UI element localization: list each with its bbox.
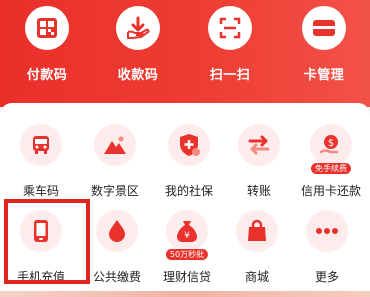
transfer-item[interactable]: 转账 <box>222 124 296 199</box>
public-payment-item[interactable]: 公共缴费 <box>80 210 154 285</box>
scan-button[interactable]: 扫一扫 <box>193 6 267 83</box>
more-dots-icon <box>306 210 348 252</box>
social-security-item[interactable]: 我的社保 <box>152 124 226 199</box>
scan-label: 扫一扫 <box>209 68 251 83</box>
shopping-bag-icon <box>236 210 278 252</box>
wealth-loan-item[interactable]: ¥ 50万秒批 理财信贷 <box>150 210 224 285</box>
fee-free-badge: 免手续费 <box>311 163 351 174</box>
credit-repay-label: 信用卡还款 <box>300 184 361 198</box>
svg-text:¥: ¥ <box>184 231 190 241</box>
bus-icon <box>20 124 62 166</box>
svg-text:$: $ <box>328 138 334 149</box>
mall-label: 商城 <box>244 270 269 284</box>
phone-recharge-highlight-box <box>4 199 90 284</box>
digital-scenic-item[interactable]: 数字景区 <box>78 124 152 199</box>
transfer-arrows-icon <box>238 124 280 166</box>
drop-icon <box>96 210 138 252</box>
scan-icon <box>208 6 252 50</box>
payment-qr-icon <box>25 6 69 50</box>
card-manage-label: 卡管理 <box>303 68 345 83</box>
money-bag-icon: ¥ 50万秒批 <box>165 210 209 260</box>
credit-repay-icon: $ 免手续费 <box>310 124 352 174</box>
receive-money-icon <box>116 6 160 50</box>
card-manage-button[interactable]: 卡管理 <box>287 6 361 83</box>
mountain-icon <box>94 124 136 166</box>
public-payment-label: 公共缴费 <box>92 270 141 284</box>
digital-scenic-label: 数字景区 <box>90 184 139 198</box>
credit-repay-item[interactable]: $ 免手续费 信用卡还款 <box>291 124 370 199</box>
social-security-shield-icon <box>168 124 210 166</box>
card-icon <box>302 6 346 50</box>
social-security-label: 我的社保 <box>164 184 213 198</box>
bus-code-label: 乘车码 <box>22 184 59 198</box>
receive-code-label: 收款码 <box>117 68 159 83</box>
more-label: 更多 <box>314 270 339 284</box>
quick-approval-badge: 50万秒批 <box>165 249 209 260</box>
payment-code-label: 付款码 <box>26 68 68 83</box>
header-banner: 付款码 收款码 扫一扫 卡管理 <box>0 0 370 107</box>
bus-code-item[interactable]: 乘车码 <box>4 124 78 199</box>
bottom-banner-strip <box>0 291 370 297</box>
transfer-label: 转账 <box>246 184 271 198</box>
wealth-loan-label: 理财信贷 <box>162 270 211 284</box>
more-item[interactable]: 更多 <box>290 210 364 285</box>
payment-code-button[interactable]: 付款码 <box>10 6 84 83</box>
receive-code-button[interactable]: 收款码 <box>101 6 175 83</box>
mall-item[interactable]: 商城 <box>220 210 294 285</box>
